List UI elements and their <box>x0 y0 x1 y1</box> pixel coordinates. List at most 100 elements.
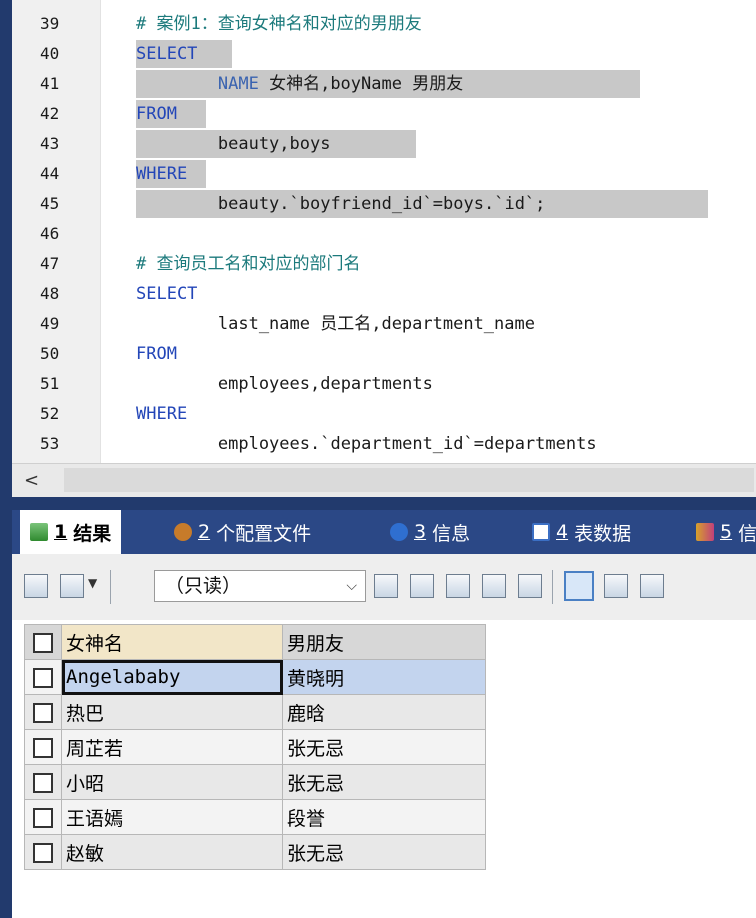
tab-number: 3 <box>414 521 427 543</box>
tab-number: 4 <box>556 521 569 543</box>
cell-goddess-name[interactable]: Angelababy <box>61 659 283 695</box>
code-text: beauty.`boyfriend_id`=boys.`id`; <box>136 194 546 214</box>
cancel-changes-icon[interactable] <box>518 574 542 598</box>
table-row[interactable]: 热巴 鹿晗 <box>24 694 486 730</box>
code-line[interactable]: FROM <box>136 99 177 129</box>
tab-label: 表数据 <box>574 522 632 545</box>
header-row: 女神名 男朋友 <box>24 624 486 660</box>
export-icon[interactable] <box>24 574 48 598</box>
scrollbar-track[interactable] <box>64 468 754 492</box>
row-checkbox-cell[interactable] <box>24 834 62 870</box>
checkbox[interactable] <box>33 667 53 688</box>
toolbar-divider <box>552 570 553 604</box>
code-line[interactable]: FROM <box>136 339 177 369</box>
line-number: 53 <box>40 434 60 453</box>
line-number: 50 <box>40 344 60 363</box>
line-number: 46 <box>40 224 60 243</box>
checkbox[interactable] <box>33 702 53 723</box>
row-checkbox-cell[interactable] <box>24 799 62 835</box>
import-icon[interactable] <box>60 574 84 598</box>
line-number: 52 <box>40 404 60 423</box>
cell-goddess-name[interactable]: 小昭 <box>61 764 283 800</box>
checkbox[interactable] <box>33 632 53 653</box>
results-grid-area: 女神名 男朋友 Angelababy 黄晓明 热巴 鹿晗 周芷若 张无忌 小昭 张无忌 王语嫣段… <box>12 620 756 918</box>
add-row-icon[interactable] <box>374 574 398 598</box>
code-line[interactable]: WHERE <box>136 159 187 189</box>
cell-goddess-name[interactable]: 热巴 <box>61 694 283 730</box>
code-line[interactable]: beauty.`boyfriend_id`=boys.`id`; <box>136 189 546 219</box>
table-row[interactable]: 周芷若 张无忌 <box>24 729 486 765</box>
cell-goddess-name[interactable]: 赵敏 <box>61 834 283 870</box>
grid-view-icon[interactable] <box>564 571 594 601</box>
code-line[interactable]: employees.`department_id`=departments <box>136 429 597 459</box>
row-checkbox-cell[interactable] <box>24 764 62 800</box>
code-line[interactable]: # 案例1：查询女神名和对应的男朋友 <box>136 9 422 39</box>
table-icon <box>532 523 550 541</box>
code-line[interactable]: NAME 女神名,boyName 男朋友 <box>136 69 463 99</box>
checkbox[interactable] <box>33 772 53 793</box>
code-text: employees,departments <box>136 374 433 394</box>
code-line[interactable]: last_name 员工名,department_name <box>136 309 535 339</box>
sql-editor[interactable]: 39 40 41 42 43 44 45 46 47 48 49 50 51 52 53 # 案例1：查询女… <box>12 0 756 463</box>
tab-number: 2 <box>198 521 211 543</box>
code-line[interactable]: SELECT <box>136 39 197 69</box>
row-checkbox-cell[interactable] <box>24 694 62 730</box>
cell-boyfriend[interactable]: 张无忌 <box>282 834 486 870</box>
row-checkbox-cell[interactable] <box>24 659 62 695</box>
form-view-icon[interactable] <box>604 574 628 598</box>
readonly-mode-select[interactable]: （只读） ⌵ <box>154 570 366 602</box>
line-number: 47 <box>40 254 60 273</box>
cell-boyfriend[interactable]: 段誉 <box>282 799 486 835</box>
tab-info-2[interactable]: 5 信 <box>686 510 756 554</box>
chevron-down-icon: ⌵ <box>346 578 357 594</box>
tab-results[interactable]: 1 结果 <box>20 510 122 554</box>
code-line[interactable]: WHERE <box>136 399 187 429</box>
checkbox[interactable] <box>33 842 53 863</box>
line-number: 43 <box>40 134 60 153</box>
row-checkbox-cell[interactable] <box>24 729 62 765</box>
results-table: 女神名 男朋友 Angelababy 黄晓明 热巴 鹿晗 周芷若 张无忌 小昭 张无忌 王语嫣段… <box>24 624 486 870</box>
save-icon[interactable] <box>446 574 470 598</box>
tab-label: 信息 <box>432 522 471 545</box>
select-all-checkbox-cell[interactable] <box>24 624 62 660</box>
code-line[interactable]: beauty,boys <box>136 129 331 159</box>
code-text: 女神名,boyName 男朋友 <box>258 74 464 94</box>
window-frame <box>0 0 12 918</box>
table-row[interactable]: 小昭 张无忌 <box>24 764 486 800</box>
code-text: employees.`department_id`=departments <box>136 434 597 454</box>
cell-goddess-name[interactable]: 周芷若 <box>61 729 283 765</box>
pane-separator[interactable] <box>12 497 756 510</box>
delete-icon[interactable] <box>482 574 506 598</box>
text-view-icon[interactable] <box>640 574 664 598</box>
code-line[interactable]: employees,departments <box>136 369 433 399</box>
tab-profiles[interactable]: 2 个配置文件 <box>164 510 321 554</box>
cell-boyfriend[interactable]: 黄晓明 <box>282 659 486 695</box>
table-row[interactable]: 赵敏 张无忌 <box>24 834 486 870</box>
code-comment: # 查询员工名和对应的部门名 <box>136 254 361 274</box>
code-line[interactable]: # 查询员工名和对应的部门名 <box>136 249 360 279</box>
sql-keyword: SELECT <box>136 284 198 304</box>
sql-keyword: WHERE <box>136 404 188 424</box>
checkbox[interactable] <box>33 737 53 758</box>
editor-horizontal-scrollbar[interactable]: < <box>12 463 756 498</box>
scroll-left-arrow[interactable]: < <box>24 470 39 491</box>
code-text: beauty,boys <box>136 134 331 154</box>
table-row[interactable]: Angelababy 黄晓明 <box>24 659 486 695</box>
dropdown-arrow-icon[interactable]: ▼ <box>88 576 97 590</box>
column-header-goddess-name[interactable]: 女神名 <box>61 624 283 660</box>
code-comment: # 案例1：查询女神名和对应的男朋友 <box>136 14 422 34</box>
column-header-boyfriend[interactable]: 男朋友 <box>282 624 486 660</box>
tab-table-data[interactable]: 4 表数据 <box>522 510 641 554</box>
table-row[interactable]: 王语嫣 段誉 <box>24 799 486 835</box>
tab-label: 结果 <box>73 522 112 545</box>
code-line[interactable]: SELECT <box>136 279 197 309</box>
duplicate-row-icon[interactable] <box>410 574 434 598</box>
line-number: 41 <box>40 74 60 93</box>
checkbox[interactable] <box>33 807 53 828</box>
cell-goddess-name[interactable]: 王语嫣 <box>61 799 283 835</box>
cell-boyfriend[interactable]: 张无忌 <box>282 729 486 765</box>
tab-info[interactable]: 3 信息 <box>380 510 480 554</box>
tab-label: 个配置文件 <box>216 522 312 545</box>
cell-boyfriend[interactable]: 张无忌 <box>282 764 486 800</box>
cell-boyfriend[interactable]: 鹿晗 <box>282 694 486 730</box>
